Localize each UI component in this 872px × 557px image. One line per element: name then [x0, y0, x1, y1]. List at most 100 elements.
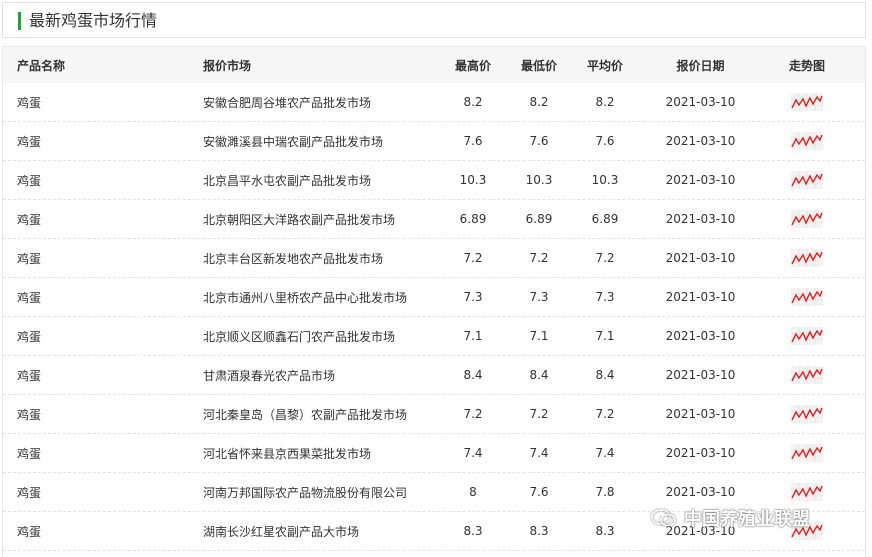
- cell-product: 鸡蛋: [17, 524, 42, 539]
- table-row: 鸡蛋 甘肃酒泉春光农产品市场 8.4 8.4 8.4 2021-03-10: [3, 356, 865, 395]
- watermark: 中国养殖业联盟: [650, 505, 810, 531]
- cell-date: 2021-03-10: [665, 329, 736, 343]
- cell-avg-price: 7.6: [595, 134, 615, 148]
- cell-market: 北京昌平水屯农副产品批发市场: [203, 173, 372, 188]
- cell-trend: [779, 356, 835, 394]
- cell-min-price: 7.6: [529, 485, 549, 499]
- cell-market: 安徽濉溪县中瑞农副产品批发市场: [203, 134, 384, 149]
- cell-trend: [779, 317, 835, 355]
- cell-product: 鸡蛋: [17, 368, 42, 383]
- cell-avg-price: 8.2: [595, 95, 615, 109]
- cell-date: 2021-03-10: [665, 251, 736, 265]
- cell-market: 北京顺义区顺鑫石门农产品批发市场: [203, 329, 396, 344]
- cell-date: 2021-03-10: [665, 95, 736, 109]
- cell-max-price: 7.3: [463, 290, 483, 304]
- cell-min-price: 7.2: [529, 407, 549, 421]
- cell-date: 2021-03-10: [665, 368, 736, 382]
- cell-product: 鸡蛋: [17, 173, 42, 188]
- cell-market: 河南万邦国际农产品物流股份有限公司: [203, 485, 408, 500]
- header-date: 报价日期: [676, 58, 725, 73]
- trend-chart-icon[interactable]: [791, 132, 823, 150]
- cell-avg-price: 7.2: [595, 251, 615, 265]
- trend-chart-icon[interactable]: [791, 366, 823, 384]
- cell-market: 甘肃酒泉春光农产品市场: [203, 368, 336, 383]
- cell-min-price: 8.3: [529, 524, 549, 538]
- cell-max-price: 8: [469, 485, 477, 499]
- cell-avg-price: 7.3: [595, 290, 615, 304]
- cell-trend: [779, 200, 835, 238]
- cell-avg-price: 8.3: [595, 524, 615, 538]
- cell-avg-price: 10.3: [591, 173, 619, 187]
- cell-trend: [779, 83, 835, 121]
- cell-product: 鸡蛋: [17, 95, 42, 110]
- header-market: 报价市场: [203, 58, 252, 73]
- trend-chart-icon[interactable]: [791, 288, 823, 306]
- cell-trend: [779, 239, 835, 277]
- trend-chart-icon[interactable]: [791, 93, 823, 111]
- cell-product: 鸡蛋: [17, 134, 42, 149]
- watermark-text: 中国养殖业联盟: [684, 509, 810, 530]
- cell-date: 2021-03-10: [665, 134, 736, 148]
- cell-avg-price: 7.2: [595, 407, 615, 421]
- cell-max-price: 8.4: [463, 368, 483, 382]
- cell-trend: [779, 434, 835, 472]
- cell-date: 2021-03-10: [665, 446, 736, 460]
- trend-chart-icon[interactable]: [791, 405, 823, 423]
- price-table: 产品名称 报价市场 最高价 最低价 平均价 报价日期 走势图 鸡蛋 安徽合肥周谷堆…: [2, 46, 866, 557]
- cell-min-price: 7.2: [529, 251, 549, 265]
- cell-date: 2021-03-10: [665, 173, 736, 187]
- table-row: 鸡蛋 河北省怀来县京西果菜批发市场 7.4 7.4 7.4 2021-03-10: [3, 434, 865, 473]
- cell-min-price: 7.4: [529, 446, 549, 460]
- table-row: 鸡蛋 安徽合肥周谷堆农产品批发市场 8.2 8.2 8.2 2021-03-10: [3, 83, 865, 122]
- table-row: 鸡蛋 北京顺义区顺鑫石门农产品批发市场 7.1 7.1 7.1 2021-03-10: [3, 317, 865, 356]
- cell-trend: [779, 278, 835, 316]
- header-product: 产品名称: [17, 58, 66, 73]
- cell-max-price: 10.3: [459, 173, 487, 187]
- cell-max-price: 7.1: [463, 329, 483, 343]
- trend-chart-icon[interactable]: [791, 210, 823, 228]
- cell-max-price: 7.4: [463, 446, 483, 460]
- cell-product: 鸡蛋: [17, 251, 42, 266]
- cell-min-price: 7.6: [529, 134, 549, 148]
- cell-market: 北京丰台区新发地农产品批发市场: [203, 251, 384, 266]
- trend-chart-icon[interactable]: [791, 444, 823, 462]
- cell-market: 湖南长沙红星农副产品大市场: [203, 524, 360, 539]
- cell-trend: [779, 395, 835, 433]
- cell-avg-price: 7.1: [595, 329, 615, 343]
- cell-date: 2021-03-10: [665, 407, 736, 421]
- cell-min-price: 8.4: [529, 368, 549, 382]
- cell-product: 鸡蛋: [17, 485, 42, 500]
- cell-max-price: 6.89: [459, 212, 487, 226]
- table-header-row: 产品名称 报价市场 最高价 最低价 平均价 报价日期 走势图: [3, 47, 865, 83]
- cell-product: 鸡蛋: [17, 407, 42, 422]
- trend-chart-icon[interactable]: [791, 249, 823, 267]
- cell-product: 鸡蛋: [17, 329, 42, 344]
- cell-min-price: 6.89: [525, 212, 553, 226]
- cell-min-price: 10.3: [525, 173, 553, 187]
- table-row: 鸡蛋 河北秦皇岛（昌黎）农副产品批发市场 7.2 7.2 7.2 2021-03-10: [3, 395, 865, 434]
- table-row: 鸡蛋 北京昌平水屯农副产品批发市场 10.3 10.3 10.3 2021-03-10: [3, 161, 865, 200]
- cell-market: 北京市通州八里桥农产品中心批发市场: [203, 290, 408, 305]
- cell-max-price: 8.2: [463, 95, 483, 109]
- cell-max-price: 7.6: [463, 134, 483, 148]
- cell-trend: [779, 161, 835, 199]
- title-accent-bar: [18, 12, 21, 30]
- cell-min-price: 7.3: [529, 290, 549, 304]
- cell-max-price: 7.2: [463, 407, 483, 421]
- trend-chart-icon[interactable]: [791, 327, 823, 345]
- cell-min-price: 7.1: [529, 329, 549, 343]
- table-row: 鸡蛋 北京朝阳区大洋路农副产品批发市场 6.89 6.89 6.89 2021-03-10: [3, 200, 865, 239]
- trend-chart-icon[interactable]: [791, 483, 823, 501]
- header-max-price: 最高价: [454, 58, 491, 73]
- wechat-icon: [651, 509, 676, 527]
- cell-market: 安徽合肥周谷堆农产品批发市场: [203, 95, 372, 110]
- cell-max-price: 7.2: [463, 251, 483, 265]
- header-trend: 走势图: [788, 58, 825, 73]
- cell-min-price: 8.2: [529, 95, 549, 109]
- cell-market: 北京朝阳区大洋路农副产品批发市场: [203, 212, 396, 227]
- cell-avg-price: 7.4: [595, 446, 615, 460]
- cell-max-price: 8.3: [463, 524, 483, 538]
- trend-chart-icon[interactable]: [791, 171, 823, 189]
- header-min-price: 最低价: [520, 58, 557, 73]
- cell-trend: [779, 122, 835, 160]
